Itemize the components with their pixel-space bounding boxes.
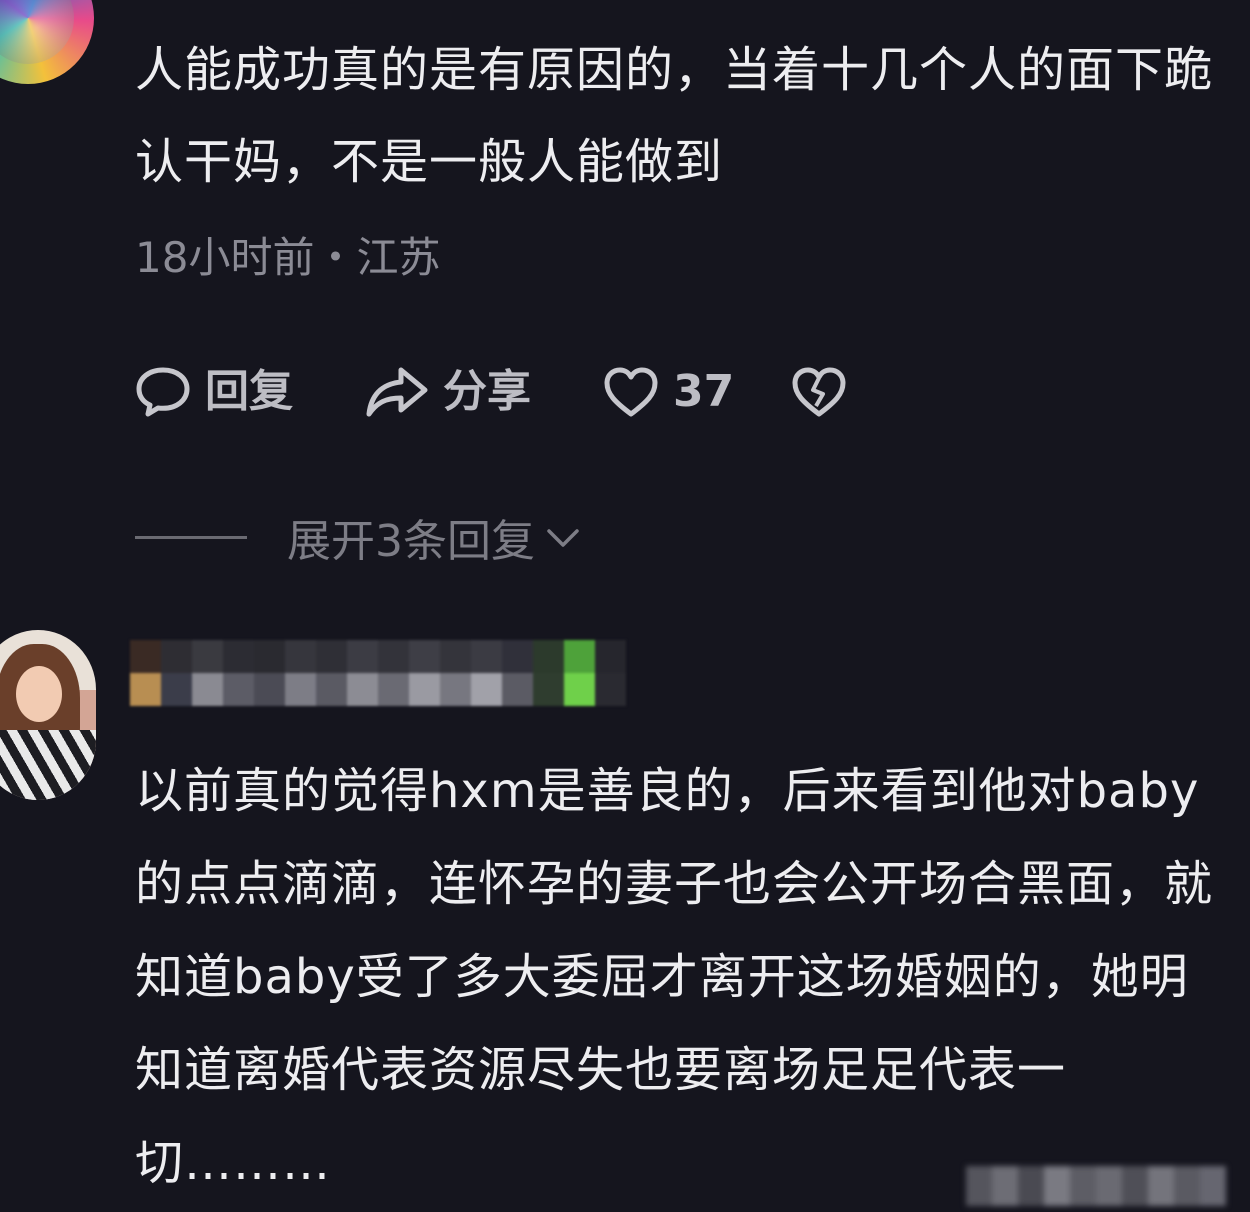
commenter-avatar[interactable] [0,0,94,84]
chevron-down-icon [547,529,579,547]
share-label: 分享 [443,366,531,417]
reply-button[interactable]: 回复 [135,360,365,424]
expand-replies[interactable]: 展开3条回复 [135,505,583,569]
comment-meta: 18小时前・江苏 [135,233,441,282]
share-button[interactable]: 分享 [365,360,603,424]
blurred-username [130,640,626,706]
comment-text: 人能成功真的是有原因的，当着十几个人的面下跪认干妈，不是一般人能做到 [135,42,1214,190]
heart-icon [604,367,658,417]
comment-bubble-icon [136,367,190,417]
like-count: 37 [673,366,735,417]
reply-label: 回复 [205,366,293,417]
comment-actions: 回复 分享 37 [135,360,847,424]
divider-line [135,535,247,539]
comment-text: 以前真的觉得hxm是善良的，后来看到他对baby的点点滴滴，连怀孕的妻子也会公开… [135,763,1214,1191]
dislike-button[interactable] [791,360,847,424]
like-button[interactable]: 37 [603,360,791,424]
commenter-avatar[interactable] [0,630,96,800]
share-arrow-icon [366,367,428,417]
blurred-watermark [966,1166,1226,1206]
broken-heart-icon [792,367,846,417]
expand-replies-label: 展开3条回复 [287,516,535,567]
comment-thread: 人能成功真的是有原因的，当着十几个人的面下跪认干妈，不是一般人能做到 18小时前… [0,0,1250,1212]
